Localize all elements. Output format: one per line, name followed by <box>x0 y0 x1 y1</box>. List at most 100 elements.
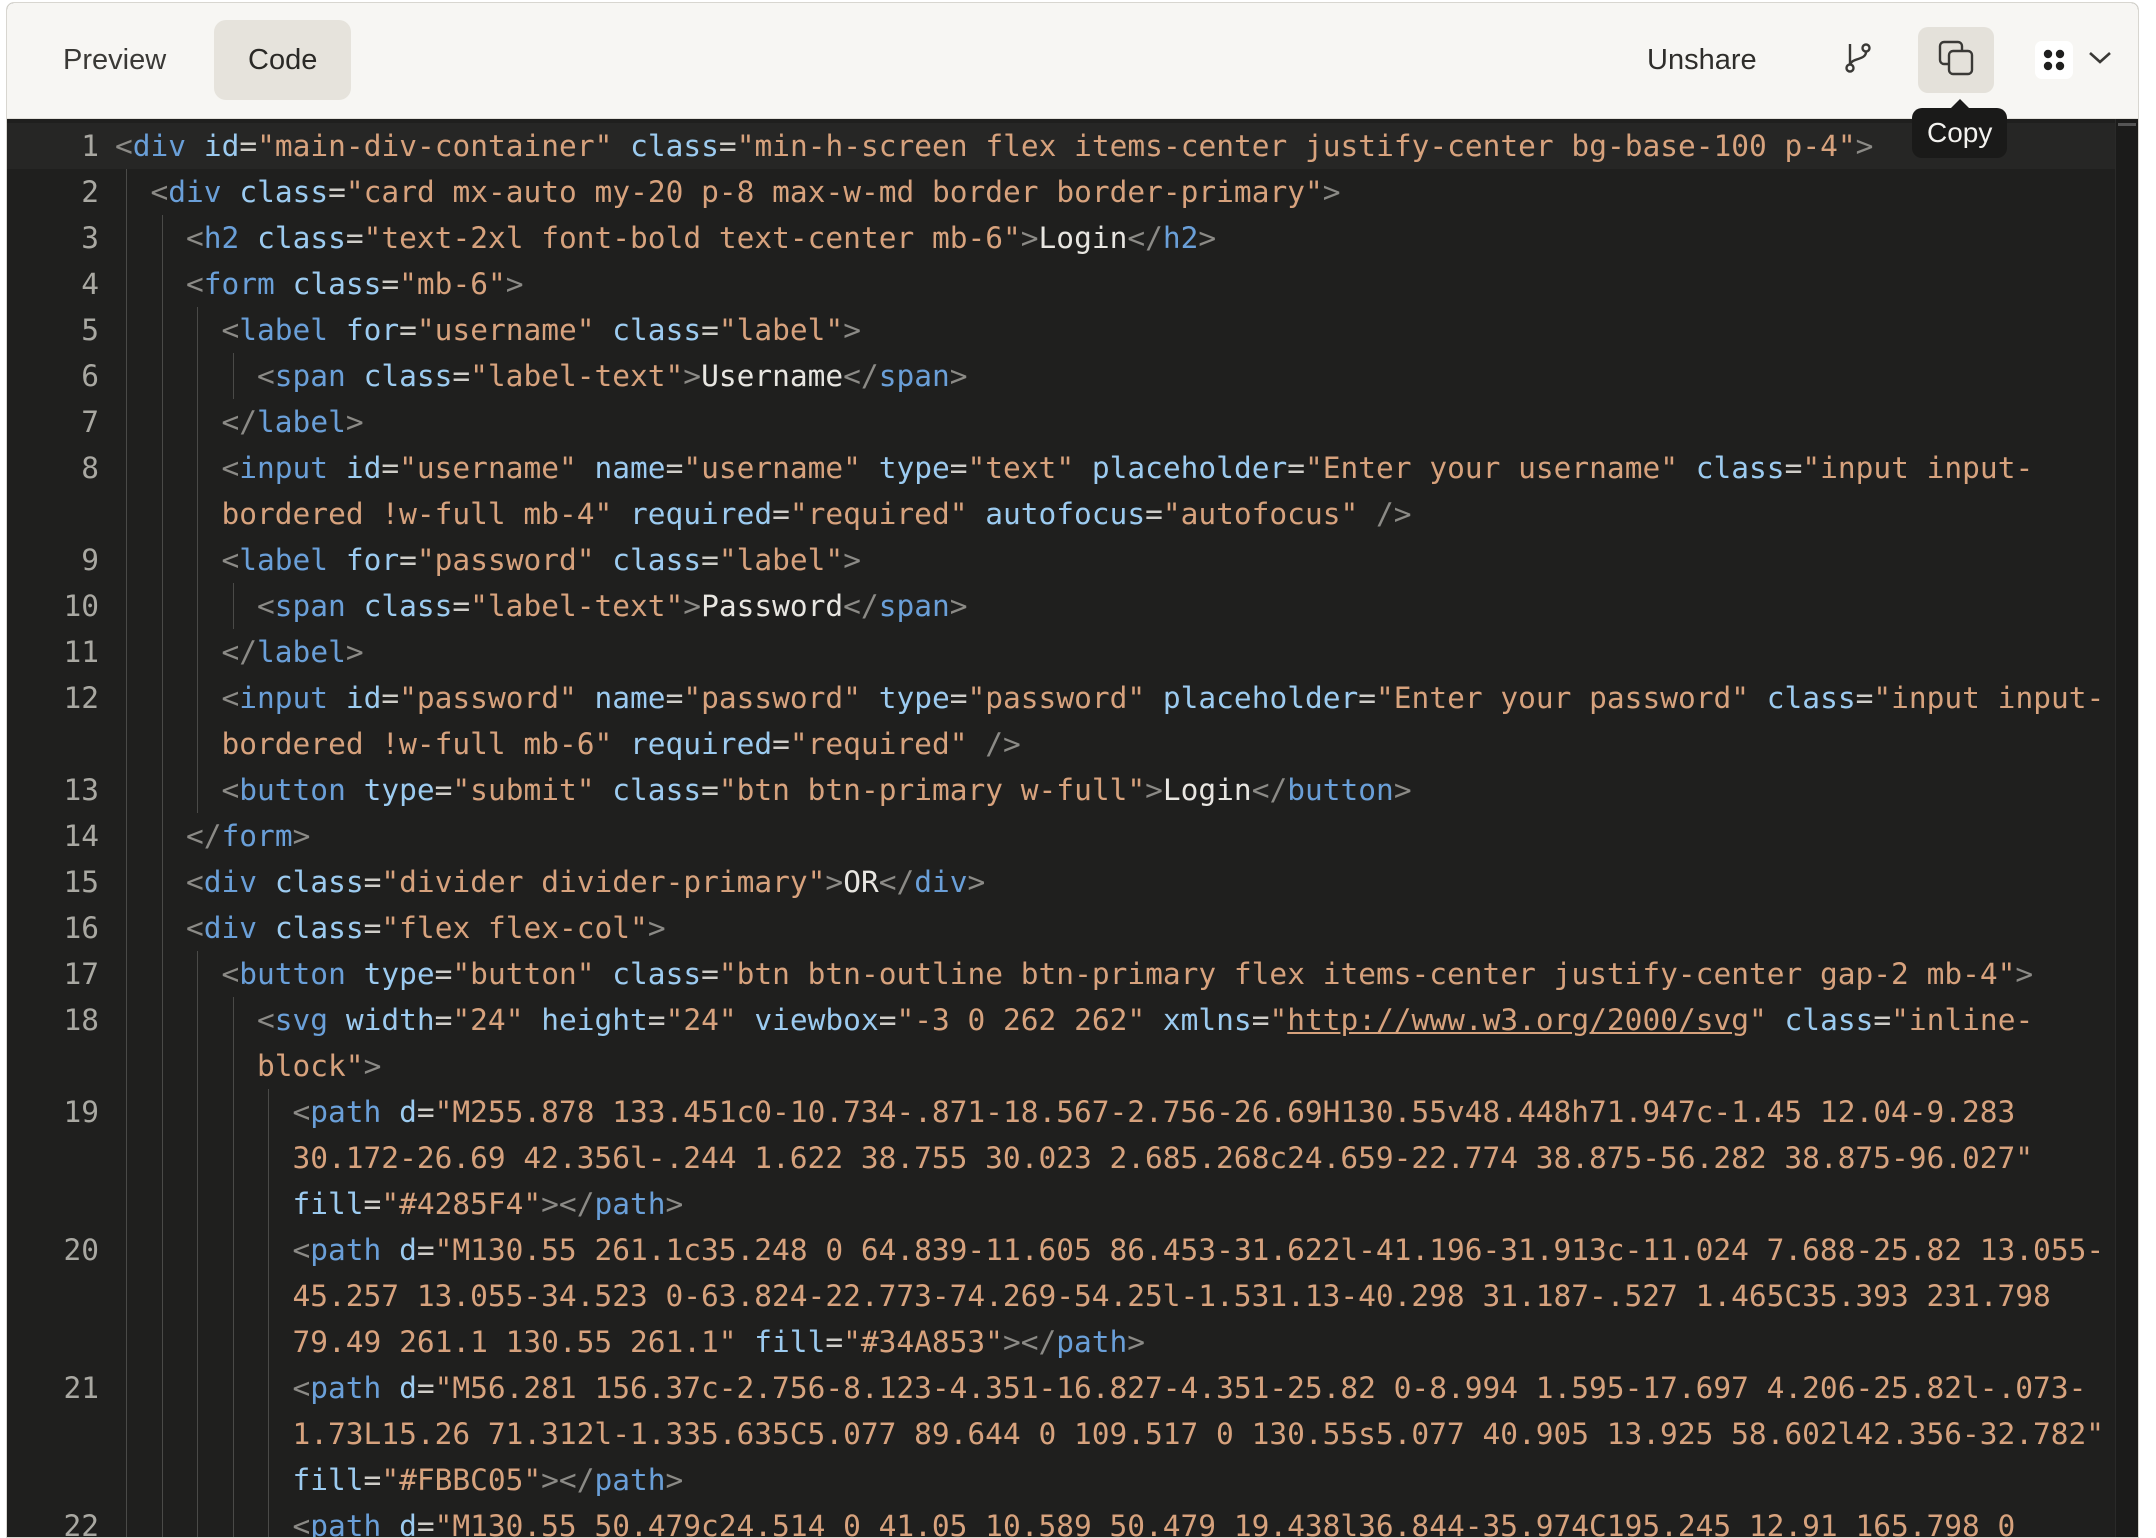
code-editor[interactable]: 1 <div id="main-div-container" class="min… <box>7 119 2138 1537</box>
line-number: 10 <box>63 589 99 623</box>
code-line-text: <path d="M255.878 133.451c0-10.734-.871-… <box>99 1089 2116 1227</box>
indent-guide <box>126 767 127 813</box>
code-token: = <box>363 1187 382 1221</box>
code-token: = <box>399 313 417 347</box>
code-line: 3 <h2 class="text-2xl font-bold text-cent… <box>7 215 2116 261</box>
code-token: > <box>292 819 311 853</box>
code-token: > <box>665 1463 684 1497</box>
code-token: = <box>665 681 684 715</box>
code-token: "btn btn-primary w-full" <box>718 773 1146 807</box>
code-token: path <box>1056 1325 1128 1359</box>
indent-guide <box>161 905 163 951</box>
code-line-text: <input id="password" name="password" typ… <box>99 675 2116 767</box>
code-line: 9 <label for="password" class="label"> <box>7 537 2116 583</box>
code-token: class <box>630 129 719 163</box>
indent-guide <box>197 399 198 445</box>
code-token: < <box>292 1233 311 1267</box>
code-token: = <box>949 451 968 485</box>
indent-guide <box>232 1227 234 1365</box>
code-token: class <box>239 175 329 209</box>
code-token: Login <box>1162 773 1252 807</box>
code-token: = <box>416 1371 435 1405</box>
vertical-scrollbar[interactable] <box>2115 119 2138 1537</box>
code-token: xmlns <box>1162 1003 1252 1037</box>
code-token: "password" <box>399 681 577 715</box>
line-number: 7 <box>81 405 99 439</box>
code-token: "M130.55 50.479c24.514 0 41.05 10.589 50… <box>434 1509 2016 1537</box>
code-token: " <box>1749 1003 1767 1037</box>
indent-guide <box>161 767 163 813</box>
code-token: for <box>345 313 400 347</box>
code-token: = <box>701 543 719 577</box>
unshare-button[interactable]: Unshare <box>1617 20 1787 100</box>
indent-guide <box>126 629 127 675</box>
code-token: "username" <box>683 451 861 485</box>
code-token: < <box>150 175 169 209</box>
scrollbar-thumb[interactable] <box>2118 123 2136 126</box>
indent-guide <box>161 537 163 583</box>
code-token: id <box>345 451 382 485</box>
copy-button[interactable] <box>1918 27 1994 93</box>
code-link[interactable]: http://www.w3.org/2000/svg <box>1287 1003 1749 1037</box>
line-number: 15 <box>63 865 99 899</box>
code-token: "flex flex-col" <box>381 911 648 945</box>
code-token: form <box>203 267 275 301</box>
code-line-text: <span class="label-text">Password</span> <box>99 583 2116 629</box>
code-token: = <box>381 681 400 715</box>
code-token: "username" <box>399 451 577 485</box>
code-token: d <box>399 1095 417 1129</box>
code-token: </ <box>878 865 915 899</box>
line-number: 13 <box>63 773 99 807</box>
indent-guide <box>126 261 127 307</box>
code-token: > <box>1127 1325 1146 1359</box>
apps-menu-button[interactable] <box>2019 27 2129 93</box>
code-line: 16 <div class="flex flex-col"> <box>7 905 2116 951</box>
code-token: "M56.281 156.37c-2.756-8.123-4.351-16.82… <box>292 1371 2105 1451</box>
code-token: name <box>594 451 666 485</box>
branch-button[interactable] <box>1820 27 1896 93</box>
indent-guide <box>126 1365 127 1503</box>
code-token: = <box>363 911 382 945</box>
code-token: > <box>1393 773 1412 807</box>
tab-code[interactable]: Code <box>214 20 352 100</box>
code-token: class <box>363 589 453 623</box>
code-token: > <box>843 543 861 577</box>
code-token: < <box>292 1371 311 1405</box>
code-token: required <box>630 727 773 761</box>
indent-guide <box>161 629 163 675</box>
code-token: "#34A853" <box>843 1325 1003 1359</box>
code-token: "24" <box>665 1003 737 1037</box>
code-line-text: <h2 class="text-2xl font-bold text-cente… <box>99 215 2116 261</box>
code-token: "required" <box>789 727 968 761</box>
indent-guide <box>126 583 127 629</box>
indent-guide <box>197 537 198 583</box>
git-branch-icon <box>1843 41 1873 80</box>
code-token: class <box>274 911 364 945</box>
indent-guide <box>232 353 234 399</box>
indent-guide <box>268 1089 269 1227</box>
code-token: button <box>239 773 346 807</box>
indent-guide <box>232 1503 234 1537</box>
code-token: ></ <box>1002 1325 1057 1359</box>
code-token: required <box>630 497 773 531</box>
tab-preview[interactable]: Preview <box>29 20 200 100</box>
indent-guide <box>268 1227 269 1365</box>
code-token: "label" <box>718 543 844 577</box>
code-line-text: <label for="password" class="label"> <box>99 537 2116 583</box>
line-number: 18 <box>63 1003 99 1037</box>
code-token: </ <box>221 635 258 669</box>
indent-guide <box>197 675 198 767</box>
code-token: input <box>239 451 329 485</box>
line-number: 6 <box>81 359 99 393</box>
code-token: > <box>2015 957 2034 991</box>
code-token: class <box>1695 451 1785 485</box>
